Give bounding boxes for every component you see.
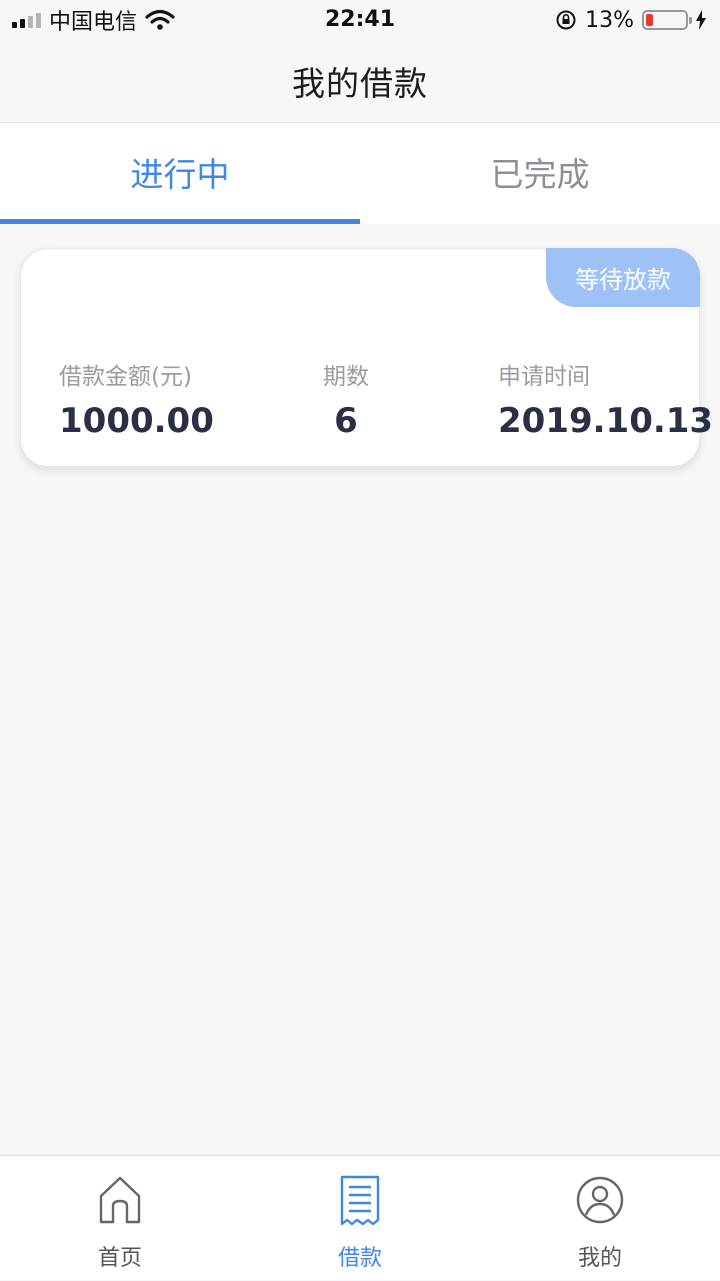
battery-icon	[642, 10, 692, 30]
loan-periods: 期数 6	[301, 357, 391, 441]
signal-strength-icon	[12, 12, 41, 28]
tab-in-progress[interactable]: 进行中	[0, 123, 360, 224]
tabbar-item-home[interactable]: 首页	[0, 1156, 240, 1281]
tabbar-label-loans: 借款	[337, 1246, 382, 1271]
page-title: 我的借款	[292, 64, 428, 103]
tab-completed[interactable]: 已完成	[360, 123, 720, 224]
application-date: 申请时间 2019.10.13	[498, 357, 713, 441]
tabbar-item-loans[interactable]: 借款	[240, 1156, 480, 1281]
wifi-icon	[145, 9, 175, 30]
loan-periods-value: 6	[334, 401, 358, 441]
tabbar-label-home: 首页	[97, 1246, 142, 1271]
home-icon	[99, 1176, 141, 1224]
receipt-icon	[340, 1175, 380, 1226]
user-icon	[576, 1176, 624, 1224]
loan-amount-value: 1000.00	[59, 401, 214, 441]
status-bar: 中国电信 22:41 13%	[0, 0, 720, 40]
navigation-bar: 我的借款	[0, 40, 720, 123]
application-date-label: 申请时间	[498, 364, 590, 390]
status-badge: 等待放款	[546, 248, 700, 307]
loan-periods-label: 期数	[323, 364, 369, 390]
loan-status-tabs: 进行中 已完成	[0, 123, 720, 224]
tabbar-item-profile[interactable]: 我的	[480, 1156, 720, 1281]
charging-bolt-icon	[696, 10, 706, 30]
loan-amount-label: 借款金额(元)	[59, 364, 192, 390]
loan-amount: 借款金额(元) 1000.00	[59, 357, 214, 441]
rotation-lock-icon	[556, 10, 576, 30]
tabbar-label-profile: 我的	[577, 1246, 622, 1271]
application-date-value: 2019.10.13	[498, 401, 714, 441]
loan-card[interactable]: 等待放款 借款金额(元) 1000.00 期数 6 申请时间 2019.10.1…	[20, 248, 713, 467]
bottom-tab-bar: 首页 借款 我的	[0, 1155, 720, 1280]
battery-percentage: 13%	[585, 7, 634, 33]
carrier-name: 中国电信	[49, 10, 138, 35]
